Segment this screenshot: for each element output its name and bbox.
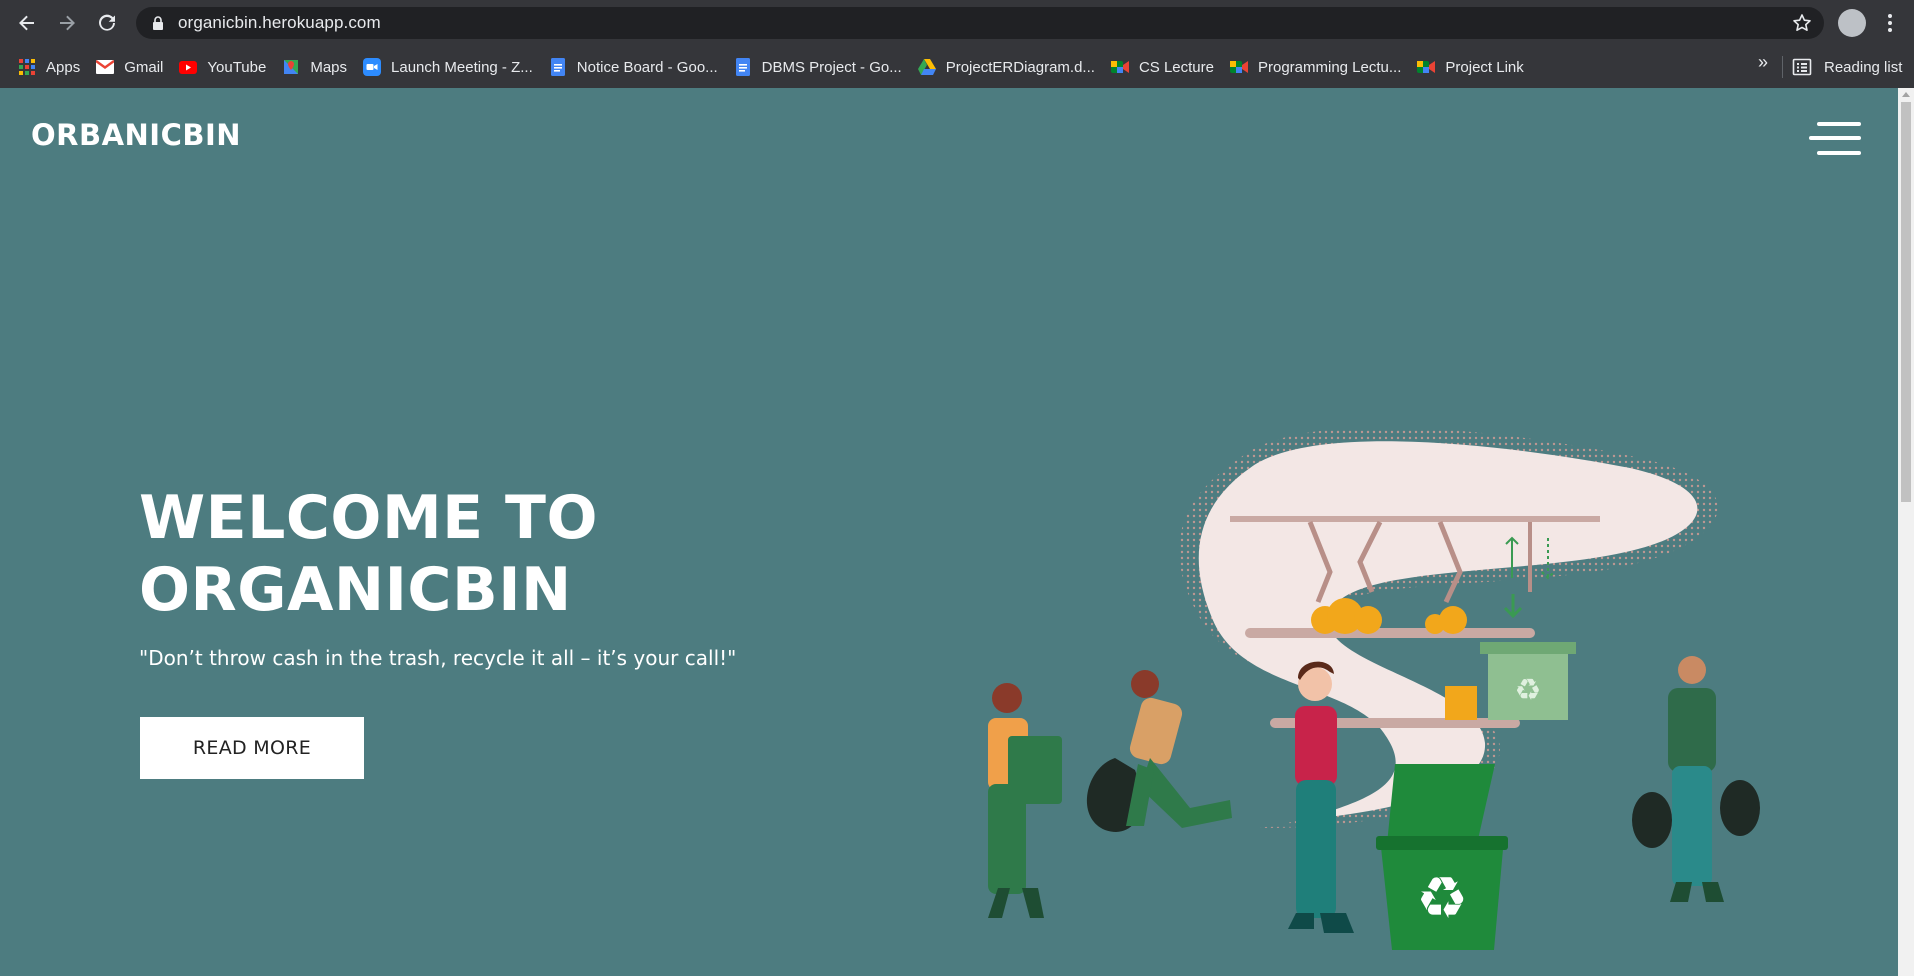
bookmark-label: Apps	[46, 58, 81, 76]
hero-tagline: "Don’t throw cash in the trash, recycle …	[139, 646, 737, 670]
bookmark-dbms-project[interactable]: DBMS Project - Go...	[726, 52, 910, 82]
reload-icon	[99, 14, 115, 31]
bookmark-project-er-diagram[interactable]: ProjectERDiagram.d...	[910, 52, 1103, 82]
read-more-button[interactable]: READ MORE	[140, 717, 364, 779]
apps-grid-icon	[18, 58, 36, 76]
bookmark-label: Notice Board - Goo...	[576, 58, 718, 76]
bookmarks-overflow-button[interactable]: »	[1753, 52, 1773, 73]
google-drive-icon	[917, 58, 936, 76]
scroll-up-arrow-icon[interactable]	[1902, 92, 1910, 97]
bookmark-label: Gmail	[124, 58, 164, 76]
google-docs-icon	[549, 58, 567, 76]
svg-text:♻: ♻	[1515, 673, 1542, 708]
profile-avatar[interactable]	[1838, 9, 1866, 37]
hero-title-line2: ORGANICBIN	[139, 555, 572, 625]
bookmark-launch-meeting[interactable]: Launch Meeting - Z...	[355, 52, 541, 82]
bookmark-label: Maps	[310, 58, 348, 76]
bookmark-label: ProjectERDiagram.d...	[945, 58, 1095, 76]
bookmark-cs-lecture[interactable]: CS Lecture	[1103, 52, 1222, 82]
google-meet-icon	[1229, 58, 1248, 76]
bookmark-notice-board[interactable]: Notice Board - Goo...	[541, 52, 726, 82]
recycling-illustration: ♻ ♻	[988, 427, 1760, 950]
address-bar[interactable]: organicbin.herokuapp.com	[136, 7, 1824, 39]
bookmark-apps[interactable]: Apps	[10, 52, 88, 82]
bookmark-youtube[interactable]: YouTube	[171, 52, 274, 82]
reading-list-button[interactable]: Reading list	[1792, 52, 1902, 82]
back-button[interactable]	[7, 3, 47, 43]
hero-title-line1: WELCOME TO	[139, 483, 598, 553]
bookmark-gmail[interactable]: Gmail	[88, 52, 171, 82]
gmail-icon	[96, 58, 115, 76]
site-logo[interactable]: ORBANICBIN	[31, 118, 241, 152]
lock-icon	[150, 15, 166, 31]
google-docs-icon	[734, 58, 752, 76]
reading-list-label: Reading list	[1824, 58, 1903, 76]
youtube-icon	[179, 58, 198, 76]
hamburger-menu-icon[interactable]	[1809, 122, 1861, 158]
person-woman-with-bag	[988, 683, 1062, 918]
bookmark-label: Programming Lectu...	[1257, 58, 1402, 76]
svg-text:♻: ♻	[1416, 864, 1468, 932]
bookmark-label: DBMS Project - Go...	[761, 58, 902, 76]
browser-toolbar: organicbin.herokuapp.com	[0, 0, 1914, 46]
bookmark-maps[interactable]: Maps	[274, 52, 355, 82]
bookmarks-divider	[1782, 56, 1783, 78]
reload-button[interactable]	[87, 3, 127, 43]
forward-arrow-icon	[60, 15, 75, 31]
maps-icon	[282, 58, 300, 76]
green-recycling-bin: ♻	[1376, 764, 1508, 950]
bookmark-label: Launch Meeting - Z...	[391, 58, 533, 76]
page-scrollbar[interactable]	[1898, 88, 1914, 976]
page-content: ORBANICBIN WELCOME TO ORGANICBIN "Don’t …	[0, 88, 1898, 976]
back-arrow-icon	[19, 15, 34, 31]
bookmark-label: CS Lecture	[1138, 58, 1214, 76]
browser-menu-icon[interactable]	[1882, 12, 1898, 34]
bookmark-label: Project Link	[1445, 58, 1524, 76]
bookmark-star-icon[interactable]	[1792, 13, 1812, 33]
url-text[interactable]: organicbin.herokuapp.com	[178, 13, 381, 33]
person-kneeling-man	[1086, 670, 1232, 832]
bookmark-programming-lecture[interactable]: Programming Lectu...	[1222, 52, 1409, 82]
person-man-with-bags	[1632, 656, 1760, 902]
forward-button[interactable]	[47, 3, 87, 43]
zoom-icon	[363, 58, 382, 76]
google-meet-icon	[1110, 58, 1129, 76]
bookmarks-bar: Apps Gmail YouTube Maps Launch Meeting -…	[0, 46, 1914, 88]
bookmark-project-link[interactable]: Project Link	[1409, 52, 1531, 82]
reading-list-icon	[1792, 57, 1812, 77]
bookmark-label: YouTube	[207, 58, 267, 76]
google-meet-icon	[1417, 58, 1436, 76]
hero-title: WELCOME TO ORGANICBIN	[139, 482, 739, 626]
scrollbar-thumb[interactable]	[1901, 102, 1911, 502]
